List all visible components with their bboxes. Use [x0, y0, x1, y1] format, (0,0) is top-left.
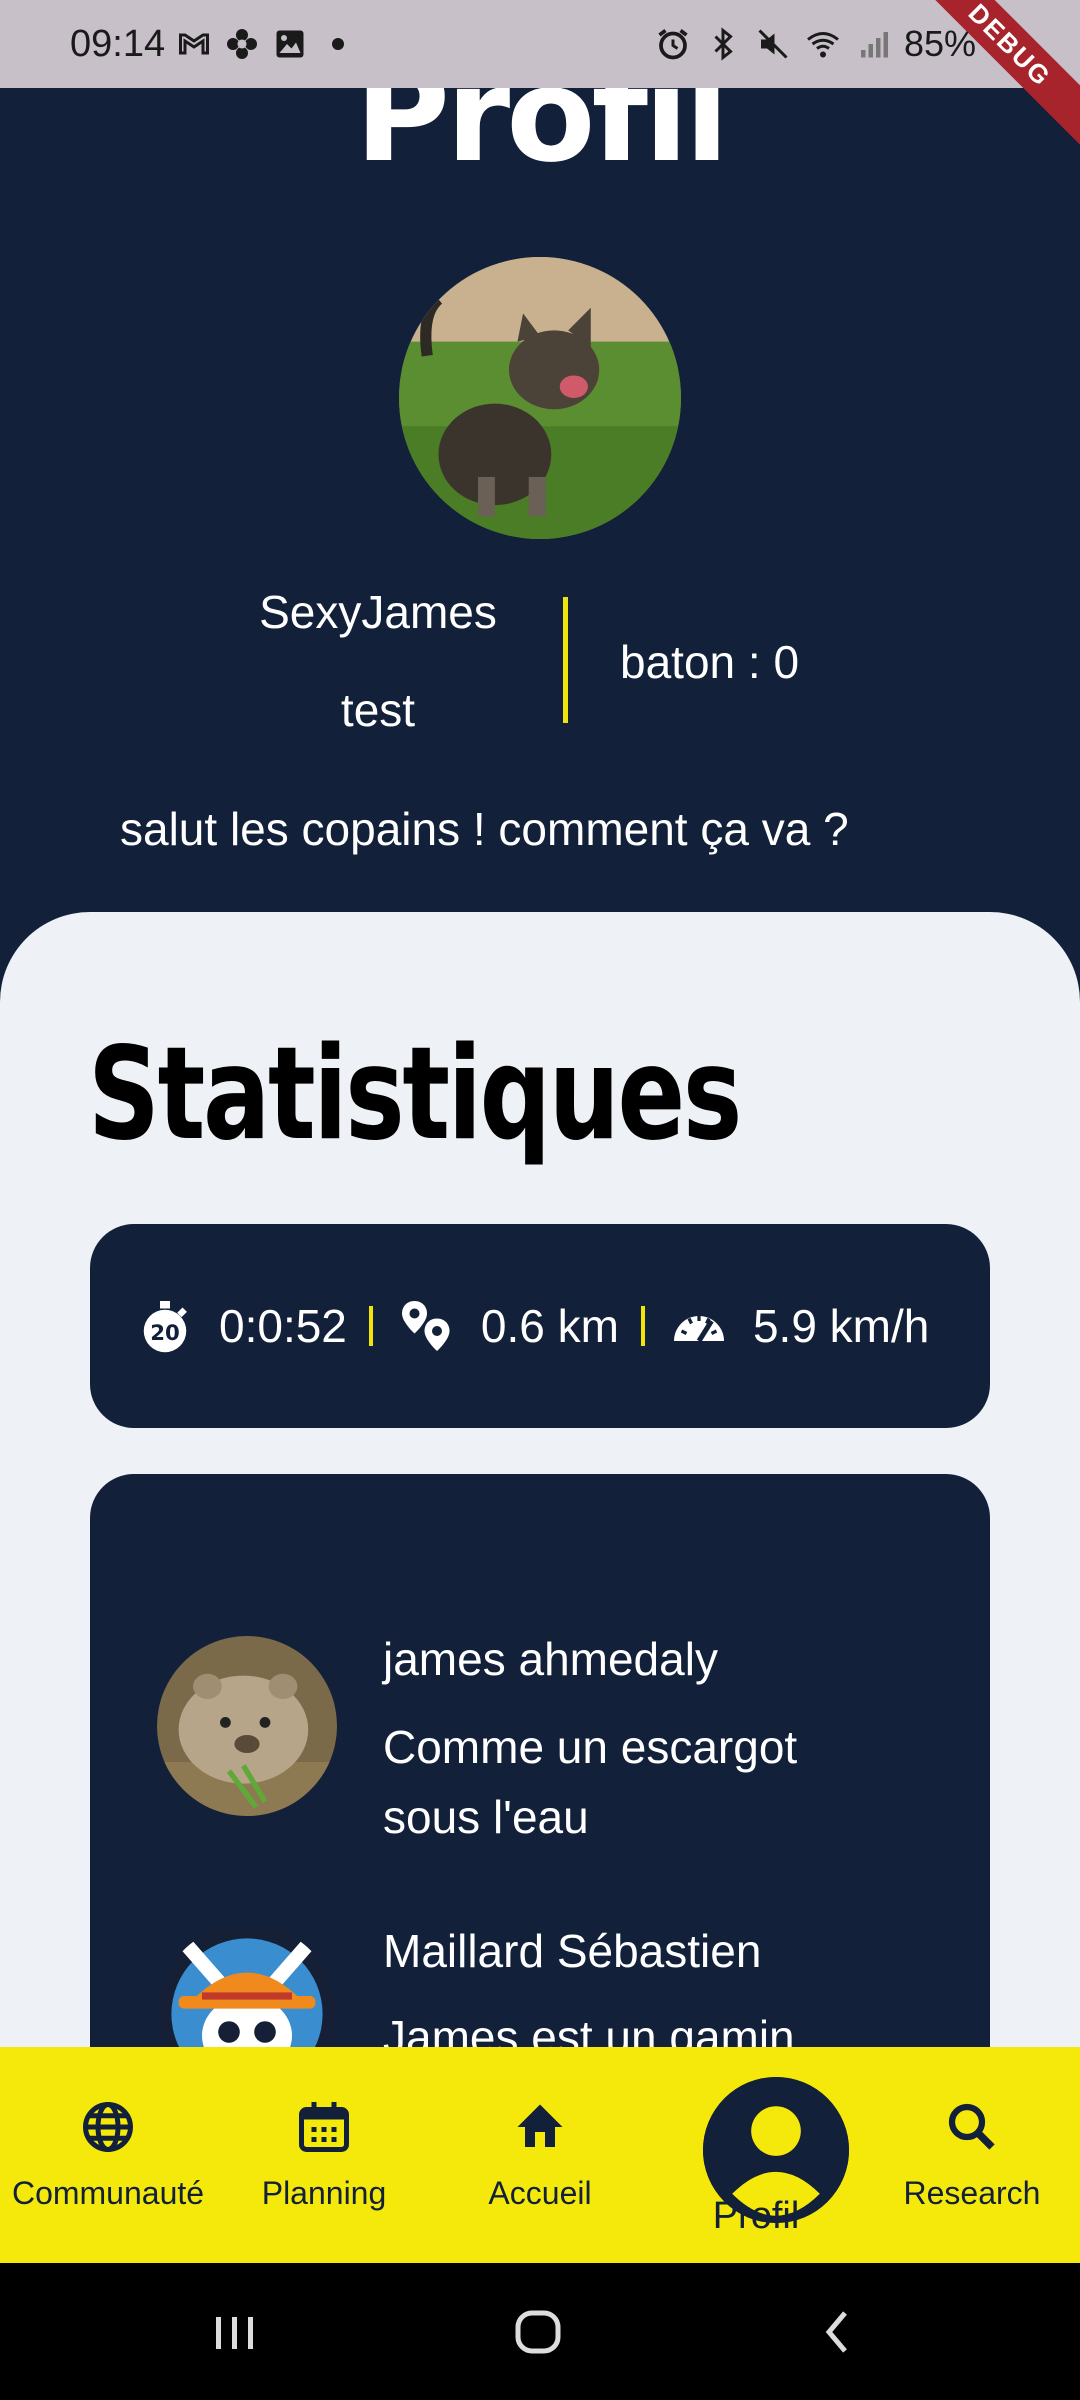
system-nav-bar — [0, 2263, 1080, 2400]
stat-distance-value: 0.6 km — [480, 1300, 619, 1352]
page-title: Profil — [354, 88, 729, 175]
map-pins-icon — [397, 1296, 457, 1356]
stopwatch-icon: 20 — [135, 1296, 195, 1356]
stat-duration: 20 0:0:52 — [135, 1296, 347, 1356]
image-icon — [271, 25, 309, 63]
flower-icon — [223, 25, 261, 63]
signal-icon — [854, 25, 892, 63]
stat-speed-value: 5.9 km/h — [752, 1300, 930, 1352]
wifi-icon — [804, 25, 842, 63]
avatar[interactable] — [157, 1924, 337, 2052]
stats-summary-card: 20 0:0:52 0.6 km 5.9 km/h — [90, 1224, 990, 1428]
nav-item-research[interactable]: Research — [864, 2047, 1080, 2263]
username: SexyJames — [259, 586, 497, 638]
stats-panel: Statistiques 20 0:0:52 0.6 km 5.9 km/h j… — [0, 912, 1080, 2052]
feed-card: james ahmedaly Comme un escargot sous l'… — [90, 1474, 990, 2052]
nav-item-communaute[interactable]: Communauté — [0, 2047, 216, 2263]
nav-item-planning[interactable]: Planning — [216, 2047, 432, 2263]
nav-label: Profil — [712, 2195, 800, 2237]
stat-duration-value: 0:0:52 — [219, 1300, 347, 1352]
info-divider — [563, 597, 568, 723]
nav-label: Accueil — [488, 2175, 592, 2211]
nav-item-accueil[interactable]: Accueil — [432, 2047, 648, 2263]
status-bar: 09:14 85% — [0, 0, 1080, 88]
nav-label: Communauté — [11, 2175, 205, 2211]
stat-separator — [640, 1306, 645, 1346]
avatar[interactable] — [157, 1636, 337, 1816]
nav-label: Research — [903, 2175, 1041, 2211]
mute-icon — [754, 25, 792, 63]
feed-message: Comme un escargot sous l'eau — [383, 1721, 798, 1843]
home-button-icon[interactable] — [503, 2297, 573, 2367]
page-title-area: Profil — [0, 88, 1080, 188]
back-icon[interactable] — [803, 2297, 873, 2367]
dot-icon — [319, 25, 357, 63]
bottom-nav: Communauté Planning Accueil Profil Resea… — [0, 2047, 1080, 2263]
stat-separator — [368, 1306, 373, 1346]
recent-apps-icon[interactable] — [200, 2297, 270, 2367]
nav-item-profil[interactable]: Profil — [648, 2047, 864, 2263]
user-info: SexyJames test baton : 0 — [0, 585, 1080, 745]
status-left: 09:14 — [70, 0, 357, 88]
profile-avatar[interactable] — [399, 257, 681, 539]
feed-author: Maillard Sébastien — [383, 1925, 762, 1977]
user-bio: salut les copains ! comment ça va ? — [120, 803, 849, 855]
search-icon — [942, 2097, 1002, 2157]
gmail-icon — [175, 25, 213, 63]
bluetooth-icon — [704, 25, 742, 63]
feed-author: james ahmedaly — [383, 1633, 718, 1685]
globe-icon — [78, 2097, 138, 2157]
svg-text:20: 20 — [150, 1321, 180, 1346]
home-icon — [510, 2097, 570, 2157]
alarm-icon — [654, 25, 692, 63]
feed-message: James est un gamin — [383, 2011, 795, 2052]
status-time: 09:14 — [70, 22, 166, 65]
speedometer-icon — [669, 1296, 729, 1356]
baton-count: baton : 0 — [620, 636, 800, 688]
nav-label: Planning — [261, 2175, 387, 2211]
stat-distance: 0.6 km — [397, 1296, 619, 1356]
stat-speed: 5.9 km/h — [669, 1296, 929, 1356]
user-subtitle: test — [340, 684, 416, 736]
calendar-icon — [294, 2097, 354, 2157]
stats-title: Statistiques — [88, 1020, 742, 1169]
